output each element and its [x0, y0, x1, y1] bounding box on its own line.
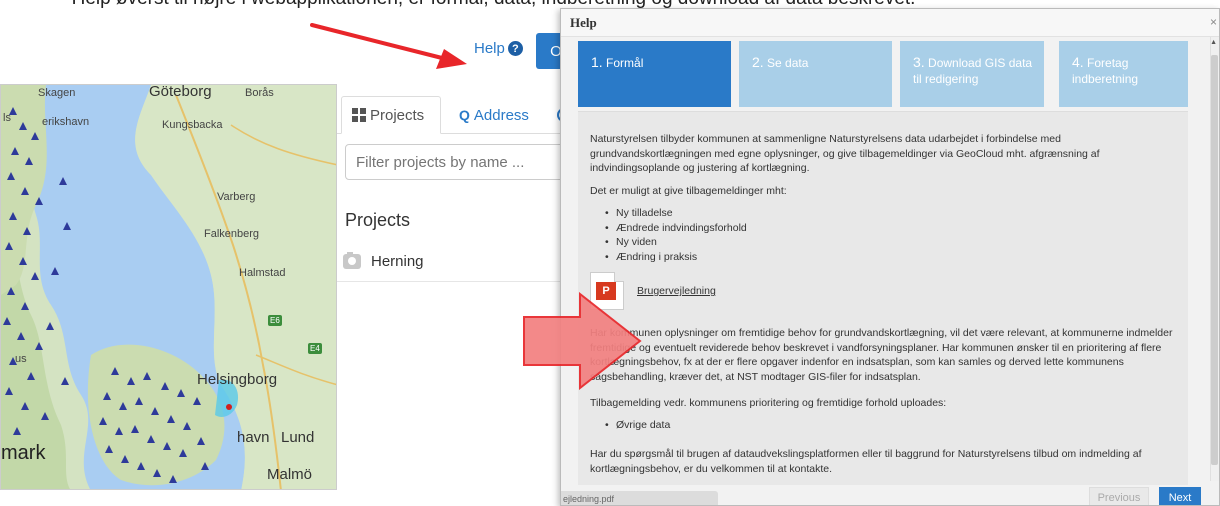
step-num: 4. — [1072, 54, 1084, 70]
map-label-boras: Borås — [245, 87, 274, 99]
tab-projects[interactable]: Projects — [341, 96, 441, 134]
list-item: Øvrige data — [605, 418, 670, 433]
feedback-list: Ny tilladelse Ændrede indvindingsforhold… — [605, 206, 905, 264]
filter-projects-input[interactable] — [345, 144, 585, 180]
side-panel: Projects Q Address Projects Herning — [337, 84, 585, 490]
upload-list: Øvrige data — [605, 418, 670, 433]
dialog-title: Help — [570, 15, 597, 30]
step-num: 2. — [752, 54, 764, 70]
tab-bar: Projects Q Address — [337, 86, 577, 134]
tab-address-label: Address — [473, 106, 529, 124]
close-icon[interactable]: × — [1210, 15, 1217, 29]
step-tabs: 1. Formål 2. Se data 3. Download GIS dat… — [578, 41, 1188, 107]
search-icon: Q — [459, 107, 470, 123]
needs-paragraph: Har kommunen oplysninger om fremtidige b… — [590, 327, 1173, 383]
caption-strip: - Help øverst til højre i webapplikation… — [0, 0, 1220, 8]
step-label: Se data — [767, 56, 809, 70]
tab-projects-label: Projects — [370, 106, 425, 124]
download-file-chip[interactable]: ejledning.pdf — [561, 491, 718, 505]
help-label: Help — [474, 40, 505, 57]
step-num: 3. — [913, 54, 925, 70]
caption-text: - Help øverst til højre i webapplikation… — [60, 0, 915, 8]
map-label-malmo: Malmö — [267, 466, 313, 483]
annotation-arrow — [310, 23, 467, 69]
list-item: Ny viden — [605, 235, 905, 250]
contact-paragraph: Har du spørgsmål til brugen af dataudvek… — [590, 448, 1142, 475]
camera-icon — [343, 252, 361, 269]
road-badge-e6: E6 — [268, 315, 282, 326]
question-circle-icon: ? — [507, 41, 523, 56]
map-label-kungsbacka: Kungsbacka — [162, 119, 223, 131]
map[interactable]: Skagen Göteborg Borås ls erikshavn Kungs… — [0, 84, 337, 490]
scroll-thumb[interactable] — [1211, 55, 1218, 465]
step-tab-1[interactable]: 1. Formål — [578, 41, 731, 107]
tab-address[interactable]: Q Address — [449, 96, 549, 134]
map-label-havn: havn — [237, 429, 270, 446]
map-label-goteborg: Göteborg — [149, 84, 212, 100]
map-label-falkenberg: Falkenberg — [204, 228, 260, 240]
list-item: Ændring i praksis — [605, 250, 905, 265]
intro-paragraph: Naturstyrelsen tilbyder kommunen at samm… — [590, 133, 1100, 174]
road-badge-e4: E4 — [308, 343, 322, 354]
list-item: Ny tilladelse — [605, 206, 905, 221]
upload-paragraph: Tilbagemelding vedr. kommunens prioriter… — [590, 397, 947, 409]
next-button[interactable]: Next — [1159, 487, 1201, 505]
step-label: Download GIS data til redigering — [913, 56, 1033, 86]
map-label-skagen: Skagen — [38, 87, 76, 99]
help-dialog: Help × 1. Formål 2. Se data 3. Download … — [560, 8, 1220, 506]
map-label-halmstad: Halmstad — [239, 267, 286, 279]
project-name: Herning — [371, 253, 424, 270]
map-label-is: ls — [3, 112, 11, 124]
step-label: Formål — [606, 56, 644, 70]
map-label-frederikshavn: erikshavn — [42, 116, 90, 128]
map-label-lund: Lund — [281, 429, 315, 446]
step-tab-3[interactable]: 3. Download GIS data til redigering — [900, 41, 1044, 107]
projects-heading: Projects — [345, 210, 411, 230]
list-item: Ændrede indvindingsforhold — [605, 221, 905, 236]
scroll-up-icon[interactable]: ▲ — [1210, 39, 1217, 46]
step-tab-4[interactable]: 4. Foretag indberetning — [1059, 41, 1188, 107]
grid-icon — [352, 108, 366, 122]
help-content: Naturstyrelsen tilbyder kommunen at samm… — [578, 111, 1188, 485]
step-num: 1. — [591, 54, 603, 70]
map-label-rus: us — [15, 353, 27, 365]
previous-button[interactable]: Previous — [1089, 487, 1149, 505]
project-row[interactable]: Herning — [337, 242, 577, 282]
step-tab-2[interactable]: 2. Se data — [739, 41, 892, 107]
map-label-mark: mark — [1, 442, 46, 464]
feedback-paragraph: Det er muligt at give tilbagemeldinger m… — [590, 185, 787, 197]
map-label-varberg: Varberg — [217, 191, 256, 203]
map-label-helsingborg: Helsingborg — [197, 371, 278, 388]
dialog-titlebar: Help × — [561, 9, 1219, 37]
pdf-link[interactable]: Brugervejledning — [637, 285, 716, 297]
big-annotation-arrow — [523, 292, 642, 390]
help-link[interactable]: Help ? — [474, 40, 523, 57]
